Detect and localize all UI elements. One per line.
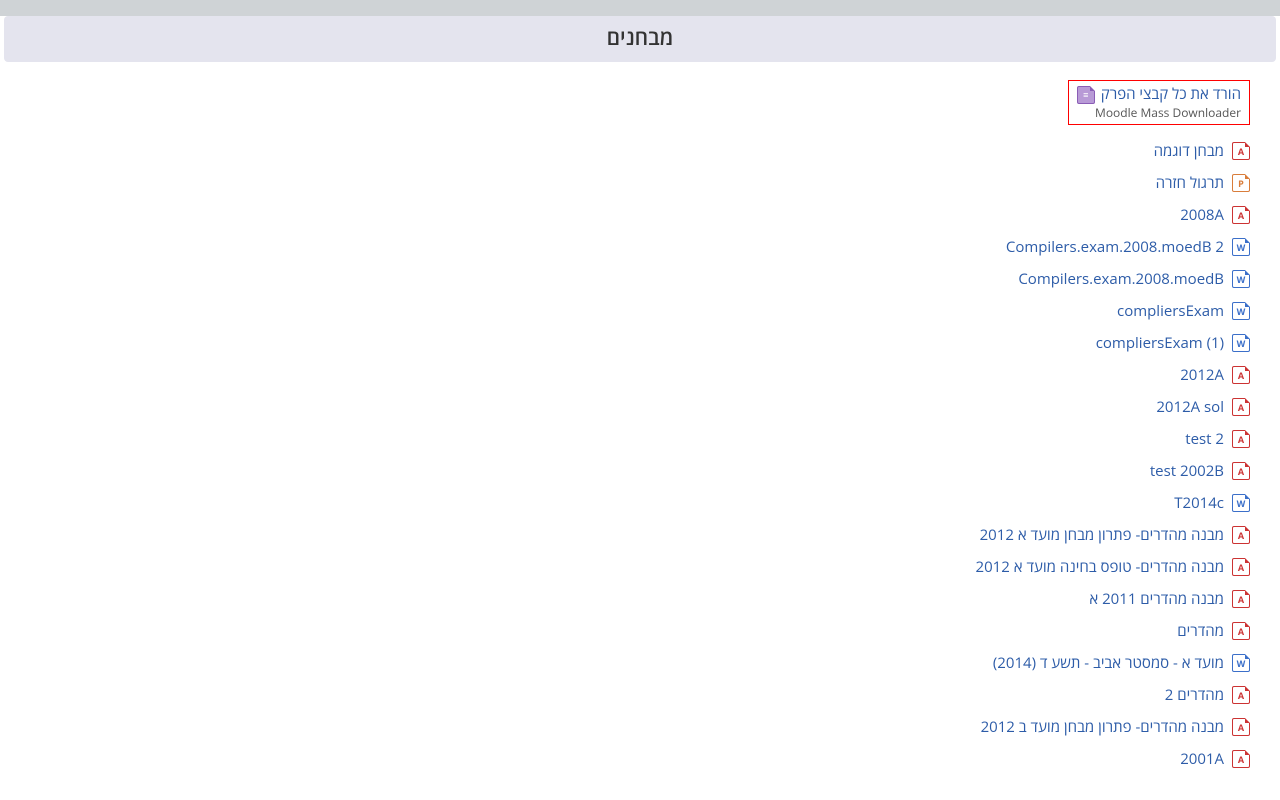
list-item: A 2012A sol [10, 391, 1250, 423]
list-item: A מבנה מהדרים- טופס בחינה מועד א 2012 [10, 551, 1250, 583]
list-item: Atest 2002B [10, 455, 1250, 487]
resource-link[interactable]: תרגול חזרה [1156, 173, 1224, 193]
doc-icon: W [1232, 494, 1250, 512]
resource-link[interactable]: test 2002B [1150, 461, 1224, 481]
pdf-icon: A [1232, 398, 1250, 416]
list-item: Atest 2 [10, 423, 1250, 455]
resource-link[interactable]: test 2 [1185, 429, 1224, 449]
list-item: W מועד א - סמסטר אביב - תשע ד (2014) [10, 647, 1250, 679]
list-item: P תרגול חזרה [10, 167, 1250, 199]
download-all-subtitle: Moodle Mass Downloader [1077, 105, 1241, 121]
doc-icon: W [1232, 334, 1250, 352]
resource-link[interactable]: compliersExam [1117, 301, 1224, 321]
list-item: WcompliersExam [10, 295, 1250, 327]
download-icon: ≡ [1077, 86, 1095, 104]
resource-link[interactable]: 2012A sol [1156, 397, 1224, 417]
resource-link[interactable]: 2008A [1180, 205, 1224, 225]
list-item: A 2008A [10, 199, 1250, 231]
list-item: A מבנה מהדרים- פתרון מבחן מועד א 2012 [10, 519, 1250, 551]
list-item: WcompliersExam (1) [10, 327, 1250, 359]
resource-link[interactable]: 2001A [1180, 749, 1224, 769]
section-header: מבחנים [4, 16, 1276, 62]
list-item: A מהדרים 2 [10, 679, 1250, 711]
resource-link[interactable]: מבנה מהדרים 2011 א [1089, 589, 1224, 609]
resource-link[interactable]: Compilers.exam.2008.moedB [1018, 269, 1224, 289]
ppt-icon: P [1232, 174, 1250, 192]
pdf-icon: A [1232, 750, 1250, 768]
pdf-icon: A [1232, 622, 1250, 640]
list-item: A 2001A [10, 743, 1250, 775]
resource-link[interactable]: מהדרים [1177, 621, 1224, 641]
resource-link[interactable]: 2012A [1180, 365, 1224, 385]
doc-icon: W [1232, 654, 1250, 672]
doc-icon: W [1232, 270, 1250, 288]
pdf-icon: A [1232, 558, 1250, 576]
pdf-icon: A [1232, 142, 1250, 160]
section-title: מבחנים [607, 24, 674, 52]
resource-link[interactable]: compliersExam (1) [1096, 333, 1224, 353]
list-item: A מבחן דוגמה [10, 135, 1250, 167]
resource-link[interactable]: מבנה מהדרים- פתרון מבחן מועד ב 2012 [981, 717, 1224, 737]
pdf-icon: A [1232, 718, 1250, 736]
list-item: A מבנה מהדרים 2011 א [10, 583, 1250, 615]
doc-icon: W [1232, 238, 1250, 256]
pdf-icon: A [1232, 366, 1250, 384]
list-item: A 2012A [10, 359, 1250, 391]
pdf-icon: A [1232, 462, 1250, 480]
resource-list: A מבחן דוגמה P תרגול חזרה A 2008A W Compilers.e… [10, 135, 1250, 775]
doc-icon: W [1232, 302, 1250, 320]
top-bar [0, 0, 1280, 16]
list-item: W Compilers.exam.2008.moedB [10, 263, 1250, 295]
resource-link[interactable]: מבנה מהדרים- טופס בחינה מועד א 2012 [976, 557, 1224, 577]
resource-link[interactable]: מבחן דוגמה [1154, 141, 1224, 161]
pdf-icon: A [1232, 526, 1250, 544]
pdf-icon: A [1232, 686, 1250, 704]
list-item: W T2014c [10, 487, 1250, 519]
resource-link[interactable]: מבנה מהדרים- פתרון מבחן מועד א 2012 [980, 525, 1224, 545]
pdf-icon: A [1232, 206, 1250, 224]
download-all-box[interactable]: הורד את כל קבצי הפרק ≡ Moodle Mass Downl… [1068, 80, 1250, 125]
pdf-icon: A [1232, 590, 1250, 608]
list-item: W Compilers.exam.2008.moedB 2 [10, 231, 1250, 263]
resource-link[interactable]: מהדרים 2 [1165, 685, 1224, 705]
list-item: A מבנה מהדרים- פתרון מבחן מועד ב 2012 [10, 711, 1250, 743]
resource-link[interactable]: Compilers.exam.2008.moedB 2 [1006, 237, 1224, 257]
download-all-link[interactable]: הורד את כל קבצי הפרק [1101, 85, 1241, 105]
pdf-icon: A [1232, 430, 1250, 448]
content-area: הורד את כל קבצי הפרק ≡ Moodle Mass Downl… [0, 62, 1280, 795]
list-item: A מהדרים [10, 615, 1250, 647]
resource-link[interactable]: T2014c [1174, 493, 1224, 513]
resource-link[interactable]: מועד א - סמסטר אביב - תשע ד (2014) [993, 653, 1224, 673]
